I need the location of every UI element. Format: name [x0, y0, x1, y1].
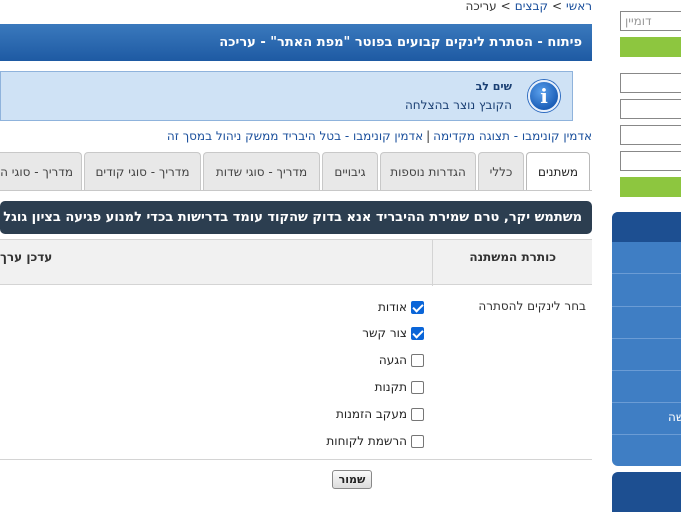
sidebar-green-submit[interactable] — [620, 177, 681, 197]
option-arrival[interactable]: הגעה — [379, 351, 424, 369]
tab-general[interactable]: כללי — [478, 152, 524, 190]
option-terms[interactable]: תקנות — [375, 378, 424, 396]
breadcrumb-home-link[interactable]: ראשי — [566, 0, 592, 13]
sidebar-input-2[interactable] — [620, 99, 681, 119]
option-label: הגעה — [378, 353, 407, 367]
header-variable-title: כותרת המשתנה — [469, 250, 556, 264]
save-button[interactable]: שמור — [332, 470, 372, 489]
checkbox-customer-registration[interactable] — [411, 434, 424, 448]
tab-more-guide[interactable]: מדריך - סוגי ה — [0, 152, 82, 190]
sidebar-green-button[interactable] — [620, 37, 681, 57]
table-bottom-border — [0, 459, 592, 460]
variables-table: כותרת המשתנה עדכן ערך בחר לינקים להסתרה … — [0, 239, 592, 461]
sidebar-nav-divider — [612, 306, 681, 307]
breadcrumb-current: עריכה — [465, 0, 497, 13]
variable-label: בחר לינקים להסתרה — [478, 299, 586, 313]
sidebar-input-3[interactable] — [620, 125, 681, 145]
notice-message: הקובץ נוצר בהצלחה — [404, 98, 512, 112]
sidebar-nav-divider — [612, 434, 681, 435]
option-label: הרשמת לקוחות — [326, 434, 407, 448]
checkbox-arrival[interactable] — [411, 353, 424, 367]
hybrid-warning-bar: משתמש יקר, טרם שמירת ההיבריד אנא בדוק שה… — [0, 201, 592, 234]
tab-backups[interactable]: גיבויים — [322, 152, 378, 190]
admin-links-separator: | — [426, 129, 431, 143]
sidebar-nav-divider — [612, 338, 681, 339]
breadcrumb: ראשי>קבצים>עריכה — [0, 0, 592, 14]
sidebar-nav-divider — [612, 370, 681, 371]
admin-preview-link[interactable]: אדמין קונימבו - תצוגה מקדימה — [433, 129, 592, 143]
column-divider — [432, 240, 433, 286]
tab-code-types-guide[interactable]: מדריך - סוגי קודים — [84, 152, 201, 190]
admin-cancel-hybrid-link[interactable]: אדמין קונימבו - בטל היבריד ממשק ניהול במ… — [167, 129, 423, 143]
tab-additional-settings[interactable]: הגדרות נוספות — [380, 152, 476, 190]
sidebar-nav-item[interactable]: שה — [668, 410, 681, 424]
sidebar-nav-panel — [612, 212, 681, 466]
info-icon: i — [528, 80, 560, 112]
header-update-value: עדכן ערך — [0, 250, 53, 264]
option-customer-registration[interactable]: הרשמת לקוחות — [326, 432, 424, 450]
sidebar-nav-divider — [612, 402, 681, 403]
option-order-tracking[interactable]: מעקב הזמנות — [336, 405, 424, 423]
sidebar-nav-panel-2 — [612, 472, 681, 512]
breadcrumb-separator: > — [500, 0, 511, 13]
tabs-divider — [0, 190, 592, 191]
notice-box: i שים לב הקובץ נוצר בהצלחה — [0, 71, 573, 121]
option-label: מעקב הזמנות — [335, 407, 407, 421]
notice-title: שים לב — [475, 80, 512, 93]
option-label: צור קשר — [362, 326, 407, 340]
breadcrumb-files-link[interactable]: קבצים — [515, 0, 548, 13]
option-contact[interactable]: צור קשר — [362, 324, 424, 342]
option-about[interactable]: אודות — [378, 298, 424, 316]
page-title: פיתוח - הסתרת לינקים קבועים בפוטר "מפת ה… — [0, 24, 592, 61]
checkbox-about[interactable] — [411, 300, 424, 314]
sidebar-input-4[interactable] — [620, 151, 681, 171]
variables-table-header: כותרת המשתנה עדכן ערך — [0, 239, 592, 286]
sidebar-input-1[interactable] — [620, 73, 681, 93]
admin-links: אדמין קונימבו - תצוגה מקדימה|אדמין קונימ… — [0, 129, 592, 143]
option-label: אודות — [378, 300, 407, 314]
checkbox-contact[interactable] — [411, 326, 424, 340]
option-label: תקנות — [374, 380, 407, 394]
tab-variables[interactable]: משתנים — [526, 152, 590, 191]
tab-field-types-guide[interactable]: מדריך - סוגי שדות — [203, 152, 320, 190]
checkbox-order-tracking[interactable] — [411, 407, 424, 421]
sidebar-nav-divider — [612, 273, 681, 274]
checkbox-terms[interactable] — [411, 380, 424, 394]
sidebar-nav-header — [612, 212, 681, 242]
domain-search-input[interactable]: דומיין — [620, 11, 681, 31]
breadcrumb-separator: > — [551, 0, 563, 13]
